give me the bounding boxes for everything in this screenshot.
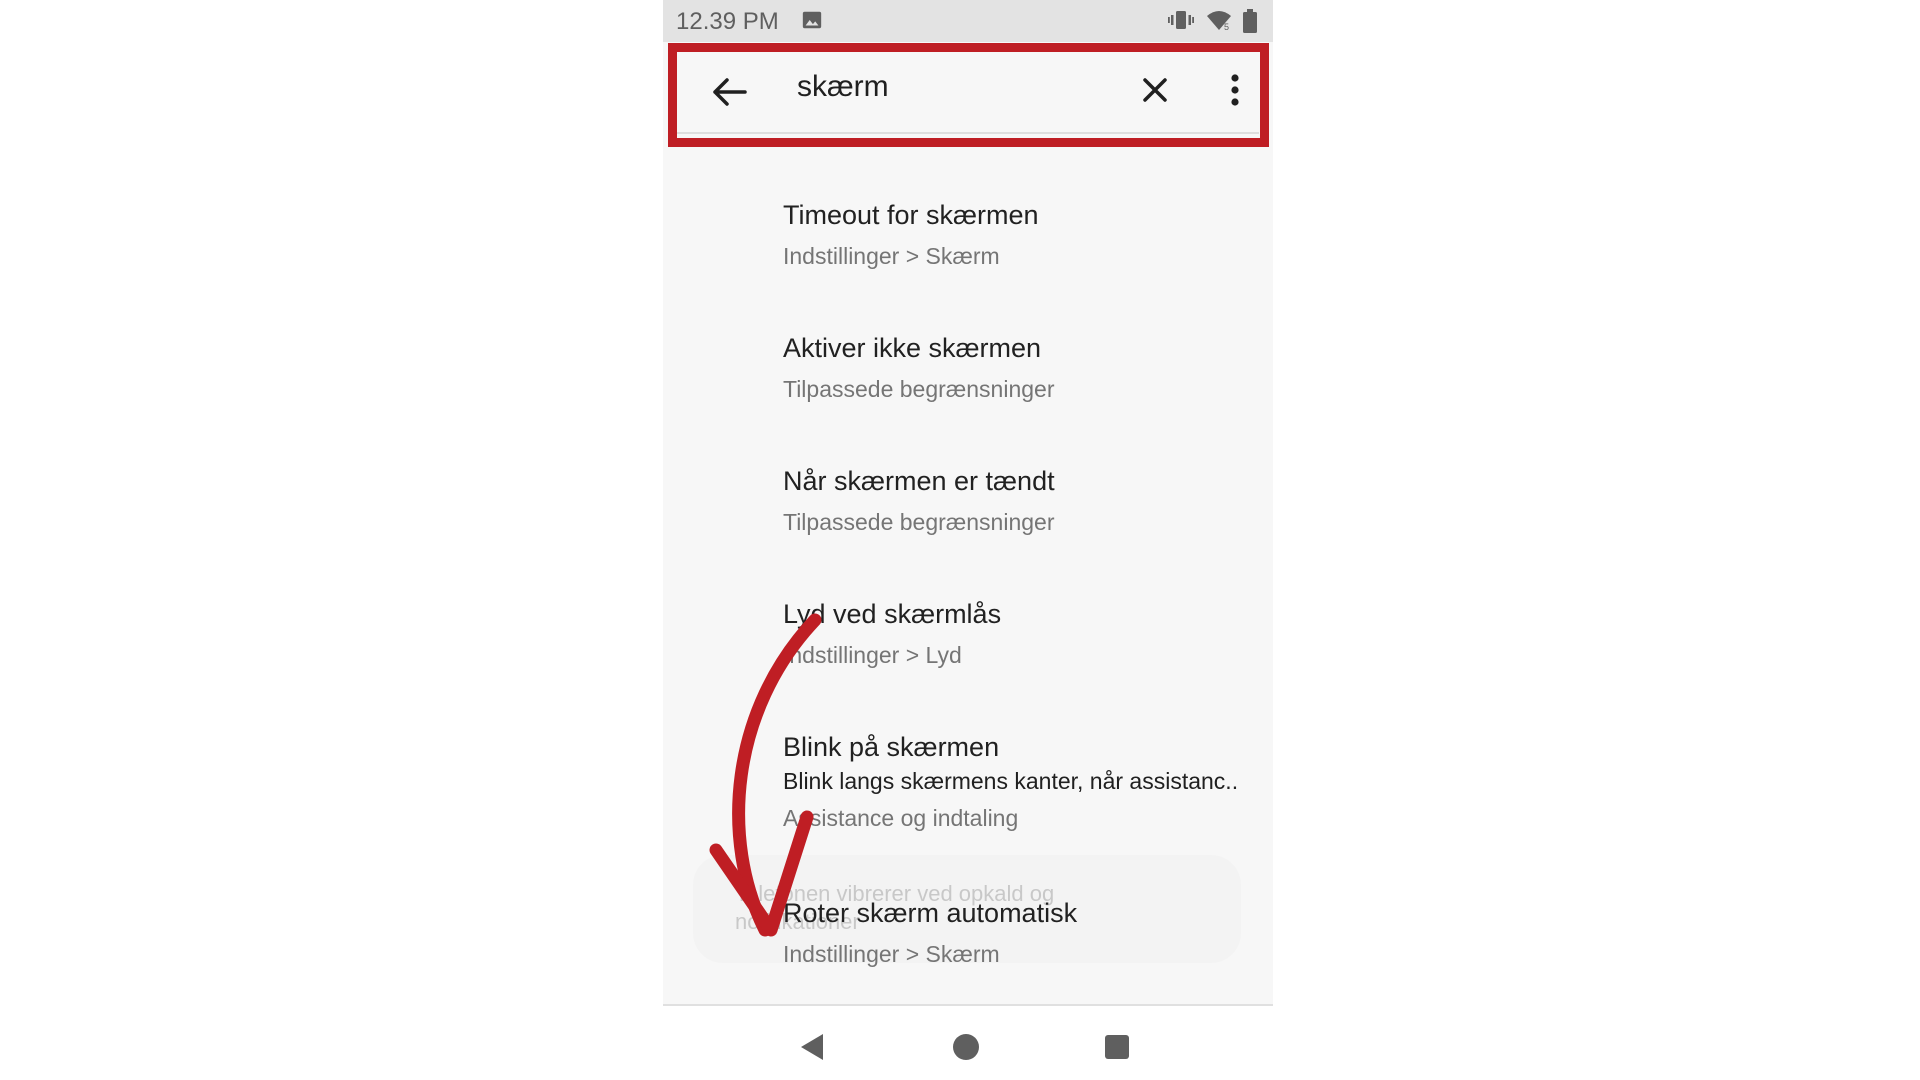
result-summary: Blink langs skærmens kanter, når assista… bbox=[783, 768, 1239, 794]
image-icon bbox=[801, 9, 823, 36]
vibrate-icon bbox=[1168, 9, 1194, 36]
navigation-bar bbox=[663, 1006, 1273, 1080]
result-path: Assistance og indtaling bbox=[783, 805, 1019, 831]
nav-home-button[interactable] bbox=[953, 1034, 979, 1060]
result-title: Blink på skærmen bbox=[783, 732, 1000, 762]
result-path: Indstillinger > Skærm bbox=[783, 243, 1000, 269]
result-title: Lyd ved skærmlås bbox=[783, 599, 1002, 629]
nav-back-button[interactable] bbox=[799, 1033, 825, 1066]
wifi-icon: 5 bbox=[1206, 9, 1232, 36]
phone-screen: 12.39 PM 5 skærm Timeout for skærmen Ind… bbox=[663, 0, 1273, 1080]
result-title: Aktiver ikke skærmen bbox=[783, 333, 1042, 363]
result-item[interactable]: Når skærmen er tændt Tilpassede begrænsn… bbox=[783, 463, 1263, 539]
result-item[interactable]: Lyd ved skærmlås Indstillinger > Lyd bbox=[783, 596, 1263, 672]
result-title: Timeout for skærmen bbox=[783, 200, 1039, 230]
status-time: 12.39 PM bbox=[676, 8, 779, 35]
result-item[interactable]: Timeout for skærmen Indstillinger > Skær… bbox=[783, 197, 1263, 273]
result-title: Roter skærm automatisk bbox=[783, 898, 1078, 928]
nav-recents-button[interactable] bbox=[1105, 1035, 1129, 1059]
status-bar: 12.39 PM 5 bbox=[663, 0, 1273, 42]
result-item[interactable]: Blink på skærmen Blink langs skærmens ka… bbox=[783, 729, 1263, 835]
result-title: Når skærmen er tændt bbox=[783, 466, 1055, 496]
result-path: Tilpassede begrænsninger bbox=[783, 509, 1055, 535]
result-path: Indstillinger > Skærm bbox=[783, 941, 1000, 967]
result-item[interactable]: Roter skærm automatisk Indstillinger > S… bbox=[783, 895, 1263, 971]
battery-icon bbox=[1243, 9, 1257, 38]
result-path: Indstillinger > Lyd bbox=[783, 642, 962, 668]
result-path: Tilpassede begrænsninger bbox=[783, 376, 1055, 402]
search-highlight-box bbox=[668, 43, 1269, 147]
result-item[interactable]: Aktiver ikke skærmen Tilpassede begrænsn… bbox=[783, 330, 1263, 406]
nav-back-icon bbox=[801, 1034, 823, 1060]
svg-text:5: 5 bbox=[1224, 22, 1229, 31]
